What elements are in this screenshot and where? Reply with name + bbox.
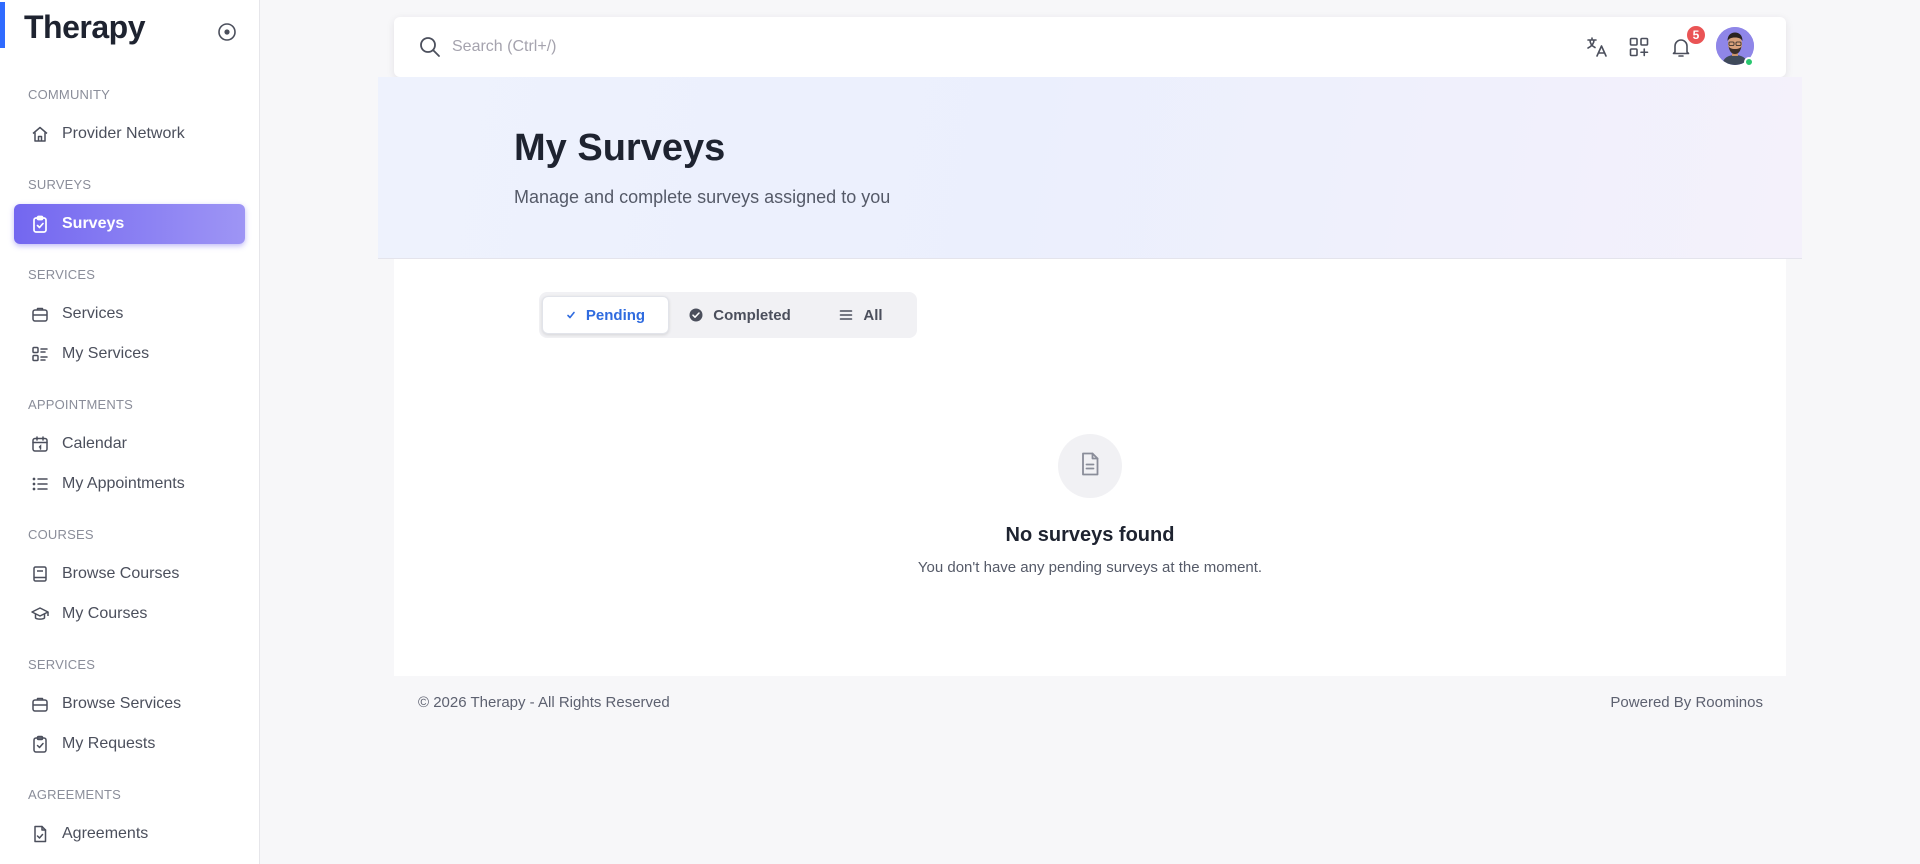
- tab-label: Pending: [585, 306, 646, 324]
- empty-state-badge: [1058, 434, 1122, 498]
- menu-icon: [839, 308, 853, 322]
- brand: Therapy: [0, 0, 259, 60]
- section-label-courses: COURSES: [28, 527, 94, 542]
- apps-add-icon[interactable]: [1626, 34, 1652, 60]
- sidebar-item-my-courses[interactable]: My Courses: [14, 594, 245, 634]
- home-icon: [30, 124, 50, 144]
- briefcase-icon: [30, 694, 50, 714]
- book-icon: [30, 564, 50, 584]
- section-label-appointments: APPOINTMENTS: [28, 397, 133, 412]
- sidebar-nav: COMMUNITY Provider Network SURVEYS Surve…: [0, 60, 259, 854]
- sidebar-item-label: My Courses: [62, 605, 148, 622]
- list-icon: [30, 474, 50, 494]
- check-icon: [566, 310, 576, 320]
- tab-all[interactable]: All: [811, 296, 911, 334]
- sidebar-item-label: Calendar: [62, 435, 127, 452]
- app-title: Therapy: [24, 8, 145, 45]
- sidebar-item-label: Surveys: [62, 215, 125, 232]
- tab-completed[interactable]: Completed: [675, 296, 805, 334]
- search-icon[interactable]: [418, 35, 442, 59]
- online-status-dot: [1744, 57, 1754, 67]
- sidebar-item-browse-courses[interactable]: Browse Courses: [14, 554, 245, 594]
- sidebar-toggle-icon[interactable]: [217, 22, 237, 42]
- survey-tabs: Pending Completed All: [539, 292, 917, 338]
- notification-badge: 5: [1686, 25, 1706, 45]
- brand-accent-bar: [0, 2, 5, 48]
- sidebar-item-label: Browse Services: [62, 695, 182, 712]
- section-label-surveys: SURVEYS: [28, 177, 92, 192]
- sidebar-item-label: Services: [62, 305, 124, 322]
- list-details-icon: [30, 344, 50, 364]
- sidebar-item-surveys[interactable]: Surveys: [14, 204, 245, 244]
- sidebar-item-label: My Appointments: [62, 475, 185, 492]
- surveys-content: Pending Completed All No surveys found Y…: [394, 259, 1786, 676]
- check-circle-icon: [689, 308, 703, 322]
- sidebar-item-my-services[interactable]: My Services: [14, 334, 245, 374]
- tab-label: Completed: [713, 306, 791, 324]
- empty-state-title: No surveys found: [1005, 524, 1175, 546]
- sidebar: Therapy COMMUNITY Provider Network SURVE…: [0, 0, 260, 864]
- section-label-services: SERVICES: [28, 267, 96, 282]
- sidebar-item-label: My Requests: [62, 735, 156, 752]
- file-check-icon: [30, 824, 50, 844]
- clipboard-check-icon: [30, 734, 50, 754]
- section-label-community: COMMUNITY: [28, 87, 110, 102]
- sidebar-item-agreements[interactable]: Agreements: [14, 814, 245, 854]
- search-input[interactable]: [452, 33, 1252, 61]
- empty-state-description: You don't have any pending surveys at th…: [917, 559, 1263, 576]
- translate-icon[interactable]: [1584, 34, 1610, 60]
- sidebar-item-my-appointments[interactable]: My Appointments: [14, 464, 245, 504]
- page-title: My Surveys: [514, 127, 726, 169]
- sidebar-item-my-requests[interactable]: My Requests: [14, 724, 245, 764]
- calendar-icon: [30, 434, 50, 454]
- sidebar-item-browse-services[interactable]: Browse Services: [14, 684, 245, 724]
- sidebar-item-calendar[interactable]: Calendar: [14, 424, 245, 464]
- sidebar-item-label: Provider Network: [62, 125, 185, 142]
- document-icon: [1076, 450, 1104, 483]
- page-subtitle: Manage and complete surveys assigned to …: [514, 187, 891, 207]
- sidebar-item-provider-network[interactable]: Provider Network: [14, 114, 245, 154]
- graduation-cap-icon: [30, 604, 50, 624]
- sidebar-item-label: My Services: [62, 345, 150, 362]
- top-navbar: 5: [394, 17, 1786, 77]
- sidebar-item-services[interactable]: Services: [14, 294, 245, 334]
- sidebar-item-label: Browse Courses: [62, 565, 180, 582]
- section-label-agreements: AGREEMENTS: [28, 787, 122, 802]
- footer-copyright: © 2026 Therapy - All Rights Reserved: [418, 694, 670, 711]
- page-header: My Surveys Manage and complete surveys a…: [378, 77, 1802, 259]
- clipboard-check-icon: [30, 214, 50, 234]
- tab-label: All: [863, 306, 883, 324]
- section-label-services-2: SERVICES: [28, 657, 96, 672]
- briefcase-icon: [30, 304, 50, 324]
- sidebar-item-label: Agreements: [62, 825, 149, 842]
- footer-powered-by[interactable]: Powered By Roominos: [1610, 694, 1763, 711]
- tab-pending[interactable]: Pending: [542, 296, 669, 334]
